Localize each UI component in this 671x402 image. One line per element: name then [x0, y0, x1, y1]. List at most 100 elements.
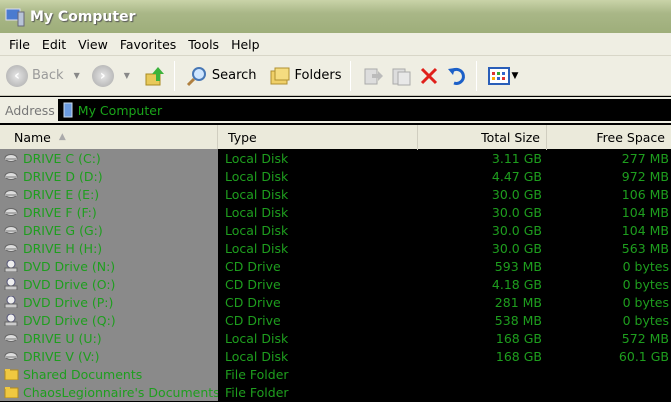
column-name-label: Name	[14, 129, 51, 145]
item-total-size: 30.0 GB	[491, 222, 542, 238]
item-name: DRIVE F (F:)	[23, 204, 97, 220]
list-item[interactable]: DVD Drive (Q:) CD Drive 538 MB 0 bytes	[0, 311, 671, 329]
back-button[interactable]: ‹ Back ▼	[6, 64, 80, 87]
item-free-space: 104 MB	[621, 222, 669, 238]
name-cell[interactable]: DRIVE E (E:)	[0, 185, 218, 203]
name-cell[interactable]: DRIVE D (D:)	[0, 167, 218, 185]
item-total-size: 168 GB	[495, 348, 542, 364]
list-item[interactable]: DRIVE D (D:) Local Disk 4.47 GB 972 MB	[0, 167, 671, 185]
item-type: Local Disk	[225, 222, 289, 238]
search-button[interactable]: Search	[186, 65, 257, 87]
address-bar: Address My Computer	[0, 97, 671, 123]
menu-view[interactable]: View	[78, 37, 108, 52]
undo-icon	[447, 67, 465, 85]
undo-button[interactable]	[446, 65, 468, 87]
copy-to-icon	[392, 68, 410, 85]
item-free-space: 104 MB	[621, 204, 669, 220]
item-free-space: 0 bytes	[622, 276, 669, 292]
item-name: DRIVE C (C:)	[23, 150, 101, 166]
folder-icon	[4, 368, 23, 380]
item-type: Local Disk	[225, 204, 289, 220]
item-free-space: 106 MB	[621, 186, 669, 202]
item-total-size: 3.11 GB	[491, 150, 542, 166]
item-name: DRIVE V (V:)	[23, 348, 100, 364]
name-cell[interactable]: Shared Documents	[0, 365, 218, 383]
views-icon	[487, 66, 510, 85]
name-cell[interactable]: DVD Drive (N:)	[0, 257, 218, 275]
list-item[interactable]: Shared Documents File Folder	[0, 365, 671, 383]
name-cell[interactable]: DRIVE G (G:)	[0, 221, 218, 239]
hard-drive-icon	[4, 188, 23, 200]
item-total-size: 168 GB	[495, 330, 542, 346]
back-dropdown-icon[interactable]: ▼	[74, 71, 80, 80]
up-folder-button[interactable]	[144, 65, 166, 87]
list-item[interactable]: DVD Drive (P:) CD Drive 281 MB 0 bytes	[0, 293, 671, 311]
up-folder-icon	[145, 66, 164, 85]
column-header-type[interactable]: Type	[218, 124, 418, 150]
folders-icon	[270, 67, 290, 84]
name-cell[interactable]: DRIVE F (F:)	[0, 203, 218, 221]
my-computer-icon	[5, 8, 25, 26]
list-item[interactable]: DRIVE E (E:) Local Disk 30.0 GB 106 MB	[0, 185, 671, 203]
copy-to-button[interactable]	[390, 65, 412, 87]
item-type: CD Drive	[225, 312, 281, 328]
dvd-drive-icon	[4, 278, 23, 290]
views-button[interactable]: ▼	[487, 66, 519, 86]
item-total-size: 4.47 GB	[491, 168, 542, 184]
address-input[interactable]: My Computer	[57, 99, 671, 121]
list-item[interactable]: DRIVE G (G:) Local Disk 30.0 GB 104 MB	[0, 221, 671, 239]
search-icon	[186, 66, 206, 86]
list-item[interactable]: DVD Drive (N:) CD Drive 593 MB 0 bytes	[0, 257, 671, 275]
forward-dropdown-icon[interactable]: ▼	[124, 71, 130, 80]
name-cell[interactable]: DRIVE U (U:)	[0, 329, 218, 347]
list-item[interactable]: DRIVE U (U:) Local Disk 168 GB 572 MB	[0, 329, 671, 347]
item-name: DRIVE H (H:)	[23, 240, 103, 256]
move-to-button[interactable]	[362, 65, 384, 87]
list-item[interactable]: DRIVE V (V:) Local Disk 168 GB 60.1 GB	[0, 347, 671, 365]
menu-tools[interactable]: Tools	[188, 37, 219, 52]
column-header-name[interactable]: Name ▲	[0, 124, 218, 150]
hard-drive-icon	[4, 332, 23, 344]
item-type: Local Disk	[225, 186, 289, 202]
menu-favorites[interactable]: Favorites	[120, 37, 176, 52]
views-dropdown-icon[interactable]: ▼	[512, 71, 519, 81]
item-name: Shared Documents	[23, 366, 143, 382]
name-cell[interactable]: DVD Drive (P:)	[0, 293, 218, 311]
sort-ascending-icon: ▲	[58, 132, 66, 142]
name-cell[interactable]: ChaosLegionnaire's Documents	[0, 383, 218, 401]
menu-help[interactable]: Help	[231, 37, 260, 52]
item-free-space: 972 MB	[621, 168, 669, 184]
name-cell[interactable]: DRIVE H (H:)	[0, 239, 218, 257]
item-type: File Folder	[225, 366, 289, 382]
toolbar: ‹ Back ▼ › ▼ Search Folders ▼	[0, 56, 671, 96]
folders-button[interactable]: Folders	[269, 65, 342, 87]
item-total-size: 281 MB	[494, 294, 542, 310]
name-cell[interactable]: DVD Drive (Q:)	[0, 311, 218, 329]
list-item[interactable]: DRIVE H (H:) Local Disk 30.0 GB 563 MB	[0, 239, 671, 257]
address-label: Address	[5, 102, 55, 118]
list-item[interactable]: ChaosLegionnaire's Documents File Folder	[0, 383, 671, 401]
item-name: DVD Drive (O:)	[23, 276, 116, 292]
list-item[interactable]: DVD Drive (O:) CD Drive 4.18 GB 0 bytes	[0, 275, 671, 293]
item-type: Local Disk	[225, 348, 289, 364]
delete-button[interactable]	[418, 65, 440, 87]
column-header-free-space[interactable]: Free Space	[547, 125, 671, 150]
item-free-space: 60.1 GB	[618, 348, 669, 364]
name-cell[interactable]: DVD Drive (O:)	[0, 275, 218, 293]
list-item[interactable]: DRIVE C (C:) Local Disk 3.11 GB 277 MB	[0, 149, 671, 167]
list-item[interactable]: DRIVE F (F:) Local Disk 30.0 GB 104 MB	[0, 203, 671, 221]
name-cell[interactable]: DRIVE C (C:)	[0, 149, 218, 167]
folder-icon	[4, 386, 23, 398]
hard-drive-icon	[4, 224, 23, 236]
item-free-space: 572 MB	[621, 330, 669, 346]
item-type: File Folder	[225, 384, 289, 400]
item-type: Local Disk	[225, 240, 289, 256]
item-name: ChaosLegionnaire's Documents	[23, 384, 218, 400]
item-total-size: 538 MB	[494, 312, 542, 328]
column-header-total-size[interactable]: Total Size	[418, 124, 547, 150]
menu-file[interactable]: File	[9, 37, 30, 52]
forward-button[interactable]: › ▼	[91, 64, 130, 87]
name-cell[interactable]: DRIVE V (V:)	[0, 347, 218, 365]
menu-edit[interactable]: Edit	[42, 37, 66, 52]
my-computer-icon	[63, 102, 73, 118]
